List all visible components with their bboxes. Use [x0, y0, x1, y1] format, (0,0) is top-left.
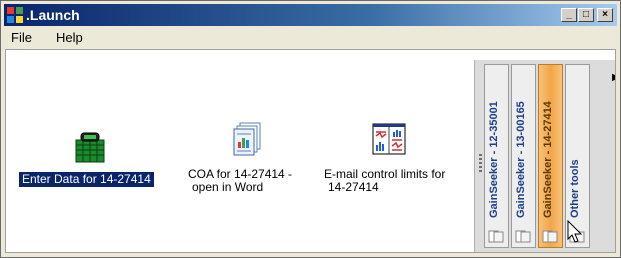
title-bar[interactable]: .Launch _ □ ×: [4, 4, 617, 26]
side-tab-strip: GainSeeker - 12-35001 GainSeeker - 13-00…: [474, 60, 615, 252]
close-button[interactable]: ×: [597, 8, 613, 22]
mouse-cursor-icon: [567, 220, 583, 243]
minimize-icon: _: [566, 9, 572, 20]
menu-file[interactable]: File: [11, 30, 32, 45]
launch-item-enter-data-label: Enter Data for 14-27414: [19, 172, 154, 187]
tab-label: GainSeeker - 14-27414: [542, 101, 554, 218]
app-icon: [7, 7, 23, 23]
minimize-button[interactable]: _: [561, 8, 577, 22]
launch-window: .Launch _ □ × File Help Enter Data for 1…: [0, 0, 621, 258]
tab-label: Other tools: [569, 159, 581, 218]
document-icon: [542, 230, 558, 243]
window-title: .Launch: [26, 7, 80, 23]
launch-item-coa-label-line2: open in Word: [192, 180, 264, 194]
splitter-grip-icon[interactable]: [479, 154, 482, 174]
document-icon: [488, 230, 504, 243]
expand-arrow-icon[interactable]: ▶: [612, 72, 615, 83]
data-entry-grid-icon: [75, 132, 105, 163]
tab-gainseeker-14-27414[interactable]: GainSeeker - 14-27414: [538, 64, 563, 248]
maximize-icon: □: [582, 9, 590, 20]
launch-item-email-label-line2: 14-27414: [328, 180, 379, 194]
documents-stack-icon: [233, 122, 261, 156]
document-icon: [515, 230, 531, 243]
launch-panel: Enter Data for 14-27414 COA for 14-27414…: [5, 49, 616, 253]
tab-label: GainSeeker - 13-00165: [515, 101, 527, 218]
tab-gainseeker-13-00165[interactable]: GainSeeker - 13-00165: [511, 64, 536, 248]
control-chart-icon: [372, 123, 406, 155]
tab-label: GainSeeker - 12-35001: [488, 101, 500, 218]
maximize-button[interactable]: □: [578, 8, 594, 22]
menu-help[interactable]: Help: [56, 30, 83, 45]
menu-bar: File Help: [4, 27, 617, 49]
tab-gainseeker-12-35001[interactable]: GainSeeker - 12-35001: [484, 64, 509, 248]
close-icon: ×: [602, 9, 608, 20]
